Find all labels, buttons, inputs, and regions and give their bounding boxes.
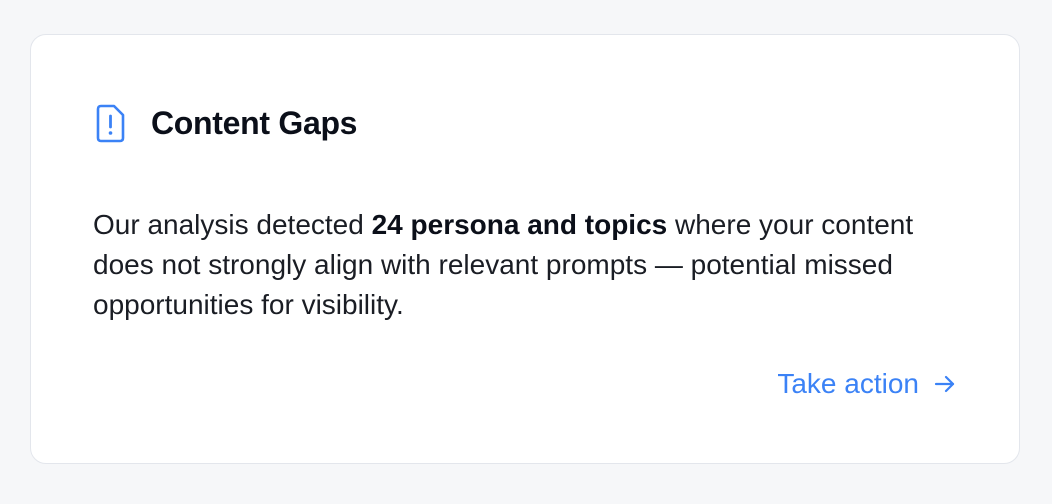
card-title: Content Gaps <box>151 104 358 141</box>
description-highlight: 24 persona and topics <box>371 209 668 240</box>
arrow-right-icon <box>933 372 957 396</box>
card-header: Content Gaps <box>93 103 357 143</box>
file-alert-icon <box>93 103 127 143</box>
content-gaps-card: Content Gaps Our analysis detected 24 pe… <box>30 34 1020 464</box>
take-action-link[interactable]: Take action <box>777 368 957 400</box>
card-description: Our analysis detected 24 persona and top… <box>93 205 953 325</box>
description-text-before: Our analysis detected <box>93 209 372 240</box>
take-action-label: Take action <box>777 368 919 399</box>
